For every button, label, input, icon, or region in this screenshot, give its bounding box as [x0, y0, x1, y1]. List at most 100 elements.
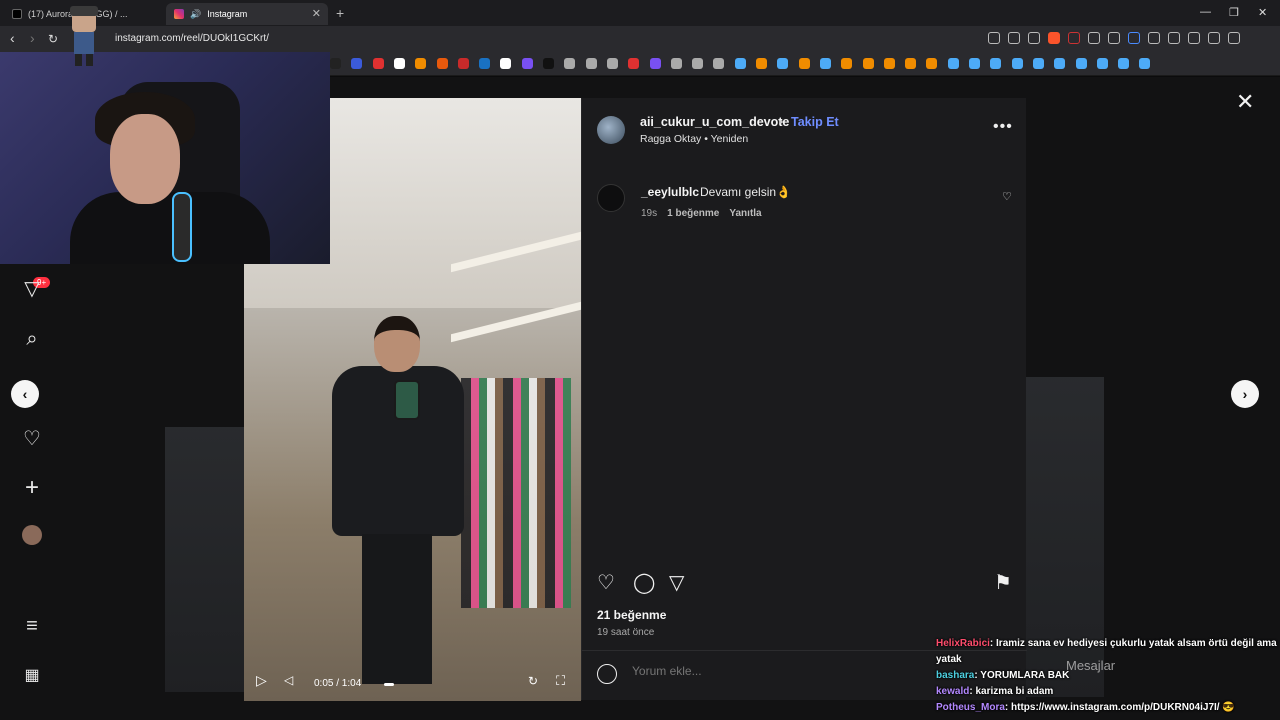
- loop-icon[interactable]: ↻: [528, 674, 538, 688]
- bookmark-icon[interactable]: [415, 58, 427, 69]
- bookmark-icon[interactable]: [1054, 58, 1066, 69]
- commenter-avatar[interactable]: [597, 184, 625, 212]
- comment-likes[interactable]: 1 beğenme: [667, 208, 719, 219]
- like-count[interactable]: 21 beğenme: [597, 608, 666, 622]
- bookmark-icon[interactable]: [606, 58, 618, 69]
- chat-username[interactable]: HelixRabici: [936, 638, 990, 649]
- bookmark-icon[interactable]: [777, 58, 789, 69]
- extension-icon[interactable]: [1148, 32, 1160, 44]
- next-reel-button[interactable]: ›: [1231, 380, 1259, 408]
- sidebar-icon[interactable]: [1188, 32, 1200, 44]
- back-icon[interactable]: ‹: [10, 30, 15, 46]
- bookmark-icon[interactable]: [1011, 58, 1023, 69]
- like-icon[interactable]: ♡: [597, 570, 615, 595]
- chat-username[interactable]: Potheus_Mora: [936, 702, 1005, 713]
- follow-button[interactable]: Takip Et: [791, 115, 839, 129]
- bookmark-icon[interactable]: [713, 58, 725, 69]
- bookmark-icon[interactable]: [393, 58, 405, 69]
- bookmark-icon[interactable]: [670, 58, 682, 69]
- bookmark-icon[interactable]: [564, 58, 576, 69]
- bookmark-icon[interactable]: [649, 58, 661, 69]
- comment-like-icon[interactable]: ♡: [1002, 190, 1012, 203]
- menu-icon[interactable]: ≡: [20, 614, 44, 638]
- bookmark-icon[interactable]: [479, 58, 491, 69]
- bookmark-icon[interactable]: [947, 58, 959, 69]
- bookmark-icon[interactable]: [1075, 58, 1087, 69]
- bookmark-icon[interactable]: [1032, 58, 1044, 69]
- puzzle-icon[interactable]: [1168, 32, 1180, 44]
- brave-shield-icon[interactable]: [1048, 32, 1060, 44]
- streamer-face: [110, 114, 180, 204]
- author-avatar[interactable]: [597, 116, 625, 144]
- url-text: instagram.com/reel/DUOkI1GCKrt/: [115, 33, 269, 44]
- more-options-icon[interactable]: •••: [993, 118, 1013, 136]
- bookmark-icon[interactable]: [500, 58, 512, 69]
- apps-icon[interactable]: ▦: [20, 664, 44, 688]
- extension-icon[interactable]: [1088, 32, 1100, 44]
- close-window-icon[interactable]: ✕: [1258, 6, 1267, 19]
- bookmark-icon[interactable]: [990, 58, 1002, 69]
- play-icon[interactable]: ▷: [256, 672, 267, 689]
- heart-icon[interactable]: ♡: [20, 427, 44, 451]
- bookmark-icon[interactable]: [756, 58, 767, 69]
- bookmark-icon[interactable]: [969, 58, 980, 69]
- bookmark-icon[interactable]: [330, 58, 341, 69]
- bookmark-icon[interactable]: [841, 58, 853, 69]
- bookmark-icon[interactable]: [734, 58, 746, 69]
- forward-icon[interactable]: ›: [30, 30, 35, 46]
- save-icon[interactable]: ⚑: [994, 570, 1012, 595]
- minimize-icon[interactable]: —: [1200, 6, 1211, 18]
- comment-icon[interactable]: ◯: [633, 570, 655, 595]
- bookmark-icon[interactable]: [1139, 58, 1151, 69]
- author-username[interactable]: aii_cukur_u_com_devote: [640, 115, 789, 129]
- commenter-username[interactable]: _eeylulblc: [641, 185, 699, 199]
- bookmark-icon[interactable]: [372, 58, 384, 69]
- bookmark-icon[interactable]: [585, 58, 597, 69]
- progress-bar[interactable]: [384, 683, 394, 686]
- emoji-icon[interactable]: [597, 664, 617, 684]
- zoom-icon[interactable]: [988, 32, 1000, 44]
- bookmark-icon[interactable]: [926, 58, 938, 69]
- bookmark-icon[interactable]: [1118, 58, 1130, 69]
- bookmark-icon[interactable]: [1096, 58, 1108, 69]
- previous-reel-button[interactable]: ‹: [11, 380, 39, 408]
- restore-icon[interactable]: ❐: [1229, 6, 1239, 19]
- fullscreen-icon[interactable]: ⛶: [556, 673, 565, 689]
- extension-icon[interactable]: [1128, 32, 1140, 44]
- bookmark-icon[interactable]: [798, 58, 810, 69]
- reload-icon[interactable]: ↻: [48, 32, 58, 46]
- mute-icon[interactable]: ◁: [284, 673, 293, 687]
- close-icon[interactable]: ✕: [1236, 89, 1254, 115]
- tab-instagram[interactable]: 🔊 Instagram ✕: [166, 3, 328, 25]
- bookmark-icon[interactable]: [543, 58, 554, 69]
- create-icon[interactable]: +: [20, 476, 44, 500]
- search-icon[interactable]: ⌕: [20, 327, 44, 351]
- extension-icon[interactable]: [1108, 32, 1120, 44]
- comment-input[interactable]: [632, 664, 932, 678]
- bookmark-icon[interactable]: [521, 58, 533, 69]
- bookmark-icon[interactable]: [628, 58, 640, 69]
- bookmark-icon[interactable]: [457, 58, 469, 69]
- share-icon[interactable]: [1028, 32, 1040, 44]
- close-tab-icon[interactable]: ✕: [312, 7, 321, 20]
- new-tab-button[interactable]: +: [336, 5, 344, 21]
- bookmark-icon[interactable]: [692, 58, 704, 69]
- reply-button[interactable]: Yanıtla: [729, 208, 761, 219]
- bookmark-icon[interactable]: [436, 58, 448, 69]
- menu-icon[interactable]: [1228, 32, 1240, 44]
- address-bar[interactable]: instagram.com/reel/DUOkI1GCKrt/: [100, 29, 1110, 49]
- chat-username[interactable]: bashara: [936, 670, 974, 681]
- bookmark-icon[interactable]: [905, 58, 917, 69]
- chat-username[interactable]: kewald: [936, 686, 969, 697]
- extension-icon[interactable]: [1068, 32, 1080, 44]
- bookmark-icon[interactable]: [351, 58, 363, 69]
- bookmark-icon[interactable]: [883, 58, 895, 69]
- cast-icon[interactable]: [1008, 32, 1020, 44]
- audio-info[interactable]: Ragga Oktay • Yeniden: [640, 133, 748, 145]
- explore-icon[interactable]: ▽: [20, 277, 44, 301]
- share-icon[interactable]: ▽: [669, 570, 684, 595]
- bookmark-icon[interactable]: [819, 58, 831, 69]
- bookmark-icon[interactable]: [862, 58, 874, 69]
- media-icon[interactable]: [1208, 32, 1220, 44]
- profile-avatar[interactable]: [22, 525, 42, 545]
